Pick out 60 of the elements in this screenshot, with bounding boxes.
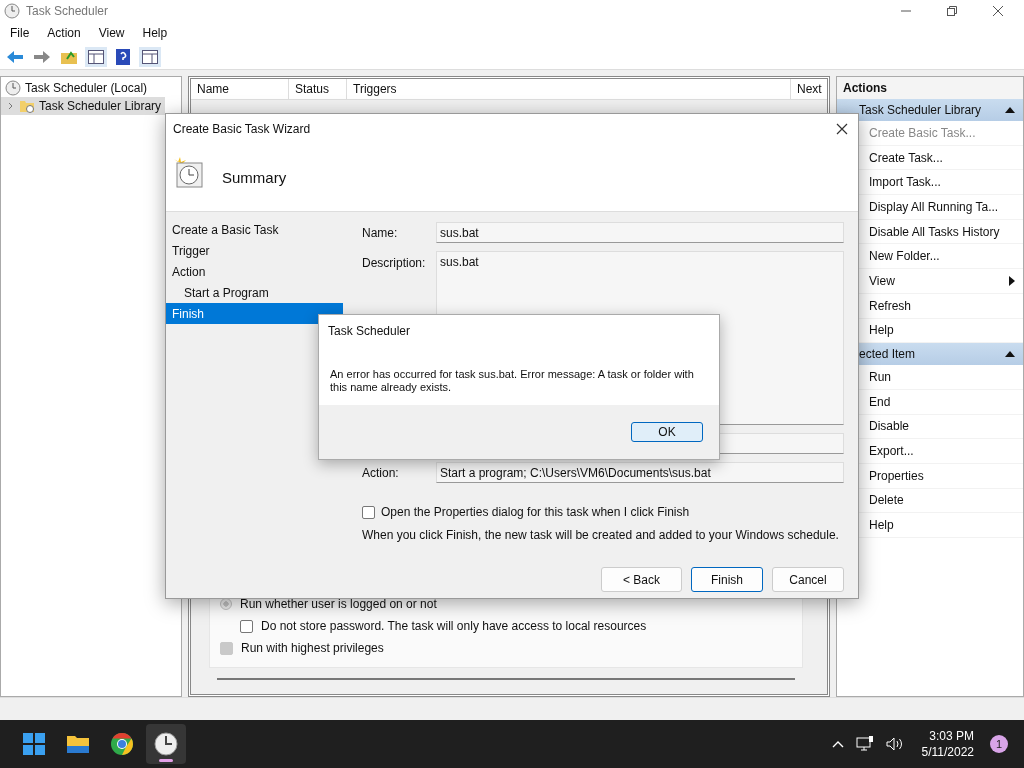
- close-icon[interactable]: [992, 5, 1004, 17]
- chevron-icon[interactable]: [7, 102, 15, 110]
- field-label: Name:: [362, 225, 399, 240]
- browser-icon: [110, 732, 134, 756]
- tree-item[interactable]: Task Scheduler Library: [1, 97, 166, 115]
- taskbar-app[interactable]: [146, 724, 186, 764]
- error-message: An error has occurred for task sus.bat. Error message: A task or folder with this name already exists.: [329, 367, 695, 395]
- text-field[interactable]: Start a program; C:\Users\VM6\Documents\sus.bat: [436, 462, 844, 483]
- close-icon[interactable]: [836, 122, 848, 135]
- column-header[interactable]: Name: [191, 79, 289, 99]
- clock-icon: [4, 3, 20, 19]
- checkbox[interactable]: [362, 505, 375, 519]
- page-heading: Summary: [222, 168, 287, 186]
- volume-icon[interactable]: [885, 736, 904, 752]
- menu-item[interactable]: Action: [37, 26, 89, 40]
- ok-button[interactable]: OK: [631, 422, 703, 442]
- network-icon[interactable]: [855, 736, 874, 752]
- notification-badge[interactable]: 1: [990, 735, 1008, 753]
- dialog-button[interactable]: < Back: [601, 567, 682, 592]
- time-text: 3:03 PM: [929, 728, 974, 744]
- info-text: When you click Finish, the new task will be created and added to your Windows schedule.: [362, 528, 840, 542]
- wizard-step[interactable]: Start a Program: [166, 282, 343, 303]
- submenu-arrow-icon: [1009, 275, 1015, 286]
- menu-item[interactable]: File: [0, 26, 38, 40]
- column-header[interactable]: Status: [289, 79, 347, 99]
- actions-header: Actions: [837, 77, 1023, 99]
- wizard-step[interactable]: Action: [166, 261, 343, 282]
- menu-item[interactable]: View: [88, 26, 133, 40]
- field-label: Description:: [362, 255, 427, 270]
- option-label: Run whether user is logged on or not: [240, 597, 437, 611]
- clock-icon: [154, 732, 178, 756]
- wizard-step[interactable]: Trigger: [166, 240, 343, 261]
- dialog-button[interactable]: Cancel: [772, 567, 844, 592]
- folder-clock-icon: [19, 98, 35, 114]
- collapse-icon[interactable]: [1005, 107, 1015, 113]
- chevron-up-icon[interactable]: [831, 740, 844, 748]
- windows-logo-icon: [22, 732, 46, 756]
- option-label: Run with highest privileges: [241, 641, 384, 655]
- column-header[interactable]: Next: [791, 79, 827, 99]
- panel-icon[interactable]: [85, 46, 107, 67]
- tree-item[interactable]: Task Scheduler (Local): [1, 79, 152, 97]
- section-header[interactable]: Task Scheduler Library: [837, 99, 1023, 121]
- column-header[interactable]: Triggers: [347, 79, 791, 99]
- dialog-button[interactable]: Finish: [691, 567, 763, 592]
- field-label: Action:: [362, 465, 400, 480]
- text-field[interactable]: sus.bat: [436, 222, 844, 243]
- window-title: Task Scheduler: [26, 4, 109, 18]
- wizard-step[interactable]: Create a Basic Task: [166, 219, 343, 240]
- menu-item[interactable]: Help: [132, 26, 176, 40]
- date-text: 5/11/2022: [921, 744, 974, 760]
- wizard-step[interactable]: Finish: [166, 303, 343, 324]
- option-label: Do not store password. The task will only have access to local resources: [261, 619, 647, 633]
- collapse-icon[interactable]: [1005, 351, 1015, 358]
- checkbox-label[interactable]: Open the Properties dialog for this task when I click Finish: [381, 505, 690, 519]
- panel-icon[interactable]: [139, 46, 161, 67]
- restore-icon[interactable]: [946, 5, 958, 17]
- dialog-title: Create Basic Task Wizard: [173, 121, 311, 136]
- clock[interactable]: 3:03 PM 5/11/2022: [921, 728, 974, 760]
- dialog-title: Task Scheduler: [327, 323, 412, 340]
- clock-icon: [5, 80, 21, 96]
